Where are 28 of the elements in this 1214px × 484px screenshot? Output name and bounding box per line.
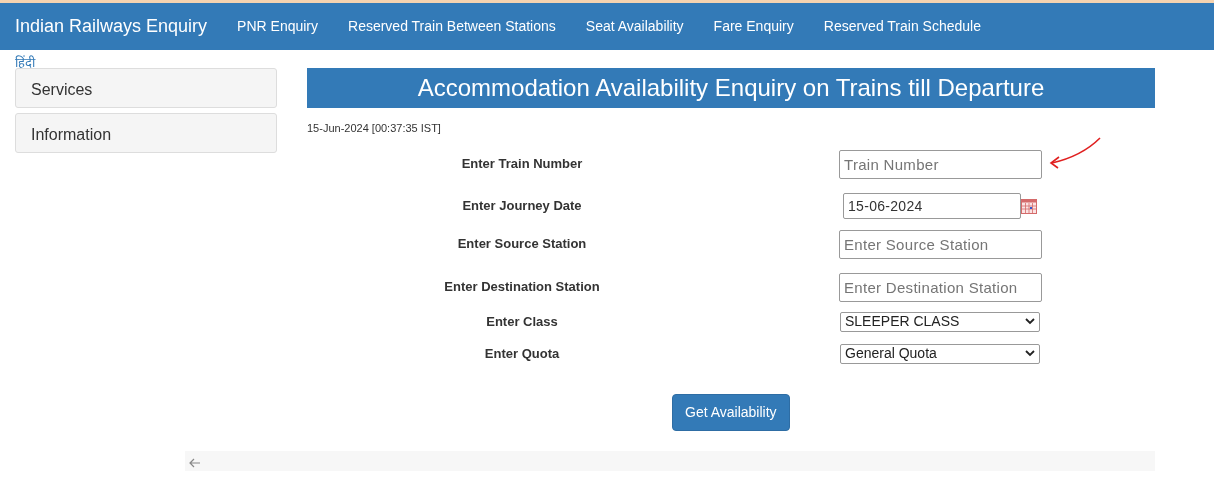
- input-field[interactable]: Enter Source Station: [839, 229, 1042, 259]
- sidebar-item[interactable]: Services: [15, 68, 277, 108]
- nav-link[interactable]: Fare Enquiry: [698, 16, 809, 37]
- select-field[interactable]: SLEEPER CLASS: [840, 311, 1040, 332]
- nav-link[interactable]: Seat Availability: [570, 16, 699, 37]
- nav-link[interactable]: PNR Enquiry: [222, 16, 333, 37]
- field-label: Enter Quota: [483, 344, 561, 363]
- get-availability-button[interactable]: Get Availability: [672, 393, 790, 431]
- brand-link[interactable]: Indian Railways Enquiry: [15, 13, 208, 40]
- date-field[interactable]: 15-06-2024: [843, 192, 1021, 219]
- field-label: Enter Train Number: [460, 155, 584, 174]
- caret-icon: [1025, 350, 1035, 357]
- field-label: Enter Source Station: [456, 235, 588, 254]
- input-field[interactable]: Enter Destination Station: [839, 272, 1042, 302]
- select-field[interactable]: General Quota: [840, 343, 1040, 364]
- input-field[interactable]: Train Number: [839, 149, 1042, 179]
- field-label: Enter Class: [485, 312, 559, 331]
- calendar-icon[interactable]: [1021, 197, 1037, 214]
- page-title: Accommodation Availability Enquiry on Trains till Departure: [307, 68, 1155, 108]
- language-link[interactable]: हिंदी: [15, 55, 35, 70]
- nav-link[interactable]: Reserved Train Between Stations: [333, 16, 571, 37]
- nav-link[interactable]: Reserved Train Schedule: [808, 16, 996, 37]
- back-arrow-icon[interactable]: [189, 458, 201, 469]
- caret-icon: [1025, 318, 1035, 325]
- field-label: Enter Journey Date: [461, 196, 583, 215]
- sidebar-item[interactable]: Information: [15, 113, 277, 153]
- timestamp: 15-Jun-2024 [00:37:35 IST]: [307, 121, 442, 136]
- field-label: Enter Destination Station: [443, 278, 601, 297]
